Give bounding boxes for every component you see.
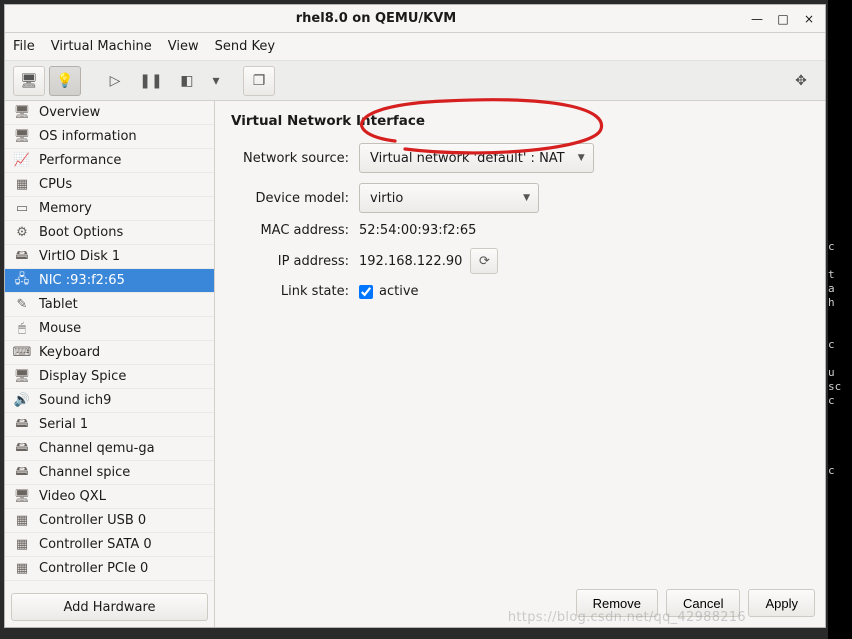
link-state-checkbox[interactable] <box>359 285 373 299</box>
power-icon: ◧ <box>180 73 193 89</box>
menu-send-key[interactable]: Send Key <box>215 39 275 54</box>
vm-manager-window: rhel8.0 on QEMU/KVM — □ × File Virtual M… <box>4 4 826 628</box>
sidebar-item-memory[interactable]: ▭Memory <box>5 197 214 221</box>
close-button[interactable]: × <box>799 9 819 29</box>
serial-icon: 🖴 <box>11 416 33 434</box>
monitor-icon: 🖥 <box>11 128 33 146</box>
controller-icon: ▦ <box>11 536 33 554</box>
details-button[interactable]: 💡 <box>49 66 81 96</box>
sidebar-item-channel-spice[interactable]: 🖴Channel spice <box>5 461 214 485</box>
sidebar-item-serial[interactable]: 🖴Serial 1 <box>5 413 214 437</box>
hardware-list[interactable]: 🖥Overview 🖥OS information 📈Performance ▦… <box>5 101 214 587</box>
minimize-button[interactable]: — <box>747 9 767 29</box>
keyboard-icon: ⌨ <box>11 344 33 362</box>
detail-heading: Virtual Network Interface <box>231 113 809 129</box>
fullscreen-button[interactable]: ✥ <box>785 66 817 96</box>
chevron-down-icon: ▼ <box>523 193 530 203</box>
gear-icon: ⚙ <box>11 224 33 242</box>
menubar: File Virtual Machine View Send Key <box>5 33 825 61</box>
shutdown-button[interactable]: ◧ <box>171 66 203 96</box>
refresh-icon: ⟳ <box>479 254 490 269</box>
network-source-combo[interactable]: Virtual network 'default' : NAT ▼ <box>359 143 594 173</box>
console-button[interactable]: 🖥 <box>13 66 45 96</box>
terminal-gutter: ctahcusccc <box>828 0 852 639</box>
sidebar-item-sound[interactable]: 🔊Sound ich9 <box>5 389 214 413</box>
chart-icon: 📈 <box>11 152 33 170</box>
sidebar-item-display[interactable]: 🖥Display Spice <box>5 365 214 389</box>
speaker-icon: 🔊 <box>11 392 33 410</box>
sidebar-item-os-info[interactable]: 🖥OS information <box>5 125 214 149</box>
watermark: https://blog.csdn.net/qq_42988216 <box>508 610 746 625</box>
disk-icon: 🖴 <box>11 248 33 266</box>
ip-address-label: IP address: <box>231 254 359 269</box>
mouse-icon: 🖱 <box>11 320 33 338</box>
refresh-ip-button[interactable]: ⟳ <box>470 248 498 274</box>
add-hardware-button[interactable]: Add Hardware <box>11 593 208 621</box>
shutdown-menu-button[interactable]: ▾ <box>207 66 225 96</box>
monitor-icon: 🖥 <box>11 104 33 122</box>
device-model-label: Device model: <box>231 191 359 206</box>
ip-address-value: 192.168.122.90 <box>359 254 462 269</box>
pause-icon: ❚❚ <box>139 73 162 89</box>
sidebar-item-disk[interactable]: 🖴VirtIO Disk 1 <box>5 245 214 269</box>
run-button[interactable]: ▷ <box>99 66 131 96</box>
detail-pane: Virtual Network Interface Network source… <box>215 101 825 627</box>
apply-button[interactable]: Apply <box>748 589 815 617</box>
menu-view[interactable]: View <box>168 39 199 54</box>
channel-icon: 🖴 <box>11 464 33 482</box>
video-icon: 🖥 <box>11 488 33 506</box>
pause-button[interactable]: ❚❚ <box>135 66 167 96</box>
display-icon: 🖥 <box>11 368 33 386</box>
mac-address-label: MAC address: <box>231 223 359 238</box>
sidebar-item-boot-options[interactable]: ⚙Boot Options <box>5 221 214 245</box>
maximize-button[interactable]: □ <box>773 9 793 29</box>
link-state-checkbox-wrap[interactable]: active <box>359 284 419 299</box>
sidebar-item-tablet[interactable]: ✎Tablet <box>5 293 214 317</box>
tablet-icon: ✎ <box>11 296 33 314</box>
memory-icon: ▭ <box>11 200 33 218</box>
sidebar-item-controller-pcie[interactable]: ▦Controller PCIe 0 <box>5 557 214 581</box>
snapshot-icon: ❐ <box>253 73 266 89</box>
device-model-combo[interactable]: virtio ▼ <box>359 183 539 213</box>
chevron-down-icon: ▼ <box>578 153 585 163</box>
cpu-icon: ▦ <box>11 176 33 194</box>
controller-icon: ▦ <box>11 560 33 578</box>
menu-file[interactable]: File <box>13 39 35 54</box>
sidebar-item-video[interactable]: 🖥Video QXL <box>5 485 214 509</box>
expand-icon: ✥ <box>795 73 807 89</box>
sidebar-item-mouse[interactable]: 🖱Mouse <box>5 317 214 341</box>
sidebar-item-nic[interactable]: 🖧NIC :93:f2:65 <box>5 269 214 293</box>
chevron-down-icon: ▾ <box>212 73 219 89</box>
monitor-icon: 🖥 <box>20 73 38 89</box>
menu-virtual-machine[interactable]: Virtual Machine <box>51 39 152 54</box>
sidebar-item-cpus[interactable]: ▦CPUs <box>5 173 214 197</box>
controller-icon: ▦ <box>11 512 33 530</box>
link-state-label: Link state: <box>231 284 359 299</box>
sidebar-item-channel-qemu-ga[interactable]: 🖴Channel qemu-ga <box>5 437 214 461</box>
play-icon: ▷ <box>110 73 121 89</box>
sidebar-item-performance[interactable]: 📈Performance <box>5 149 214 173</box>
snapshots-button[interactable]: ❐ <box>243 66 275 96</box>
info-icon: 💡 <box>56 73 73 89</box>
network-source-label: Network source: <box>231 151 359 166</box>
network-icon: 🖧 <box>11 272 33 290</box>
toolbar: 🖥 💡 ▷ ❚❚ ◧ ▾ ❐ ✥ <box>5 61 825 101</box>
sidebar-item-overview[interactable]: 🖥Overview <box>5 101 214 125</box>
window-title: rhel8.0 on QEMU/KVM <box>11 11 741 26</box>
mac-address-value: 52:54:00:93:f2:65 <box>359 223 476 238</box>
sidebar-item-controller-usb[interactable]: ▦Controller USB 0 <box>5 509 214 533</box>
sidebar-item-controller-sata[interactable]: ▦Controller SATA 0 <box>5 533 214 557</box>
hardware-sidebar: 🖥Overview 🖥OS information 📈Performance ▦… <box>5 101 215 627</box>
titlebar[interactable]: rhel8.0 on QEMU/KVM — □ × <box>5 5 825 33</box>
sidebar-item-keyboard[interactable]: ⌨Keyboard <box>5 341 214 365</box>
channel-icon: 🖴 <box>11 440 33 458</box>
